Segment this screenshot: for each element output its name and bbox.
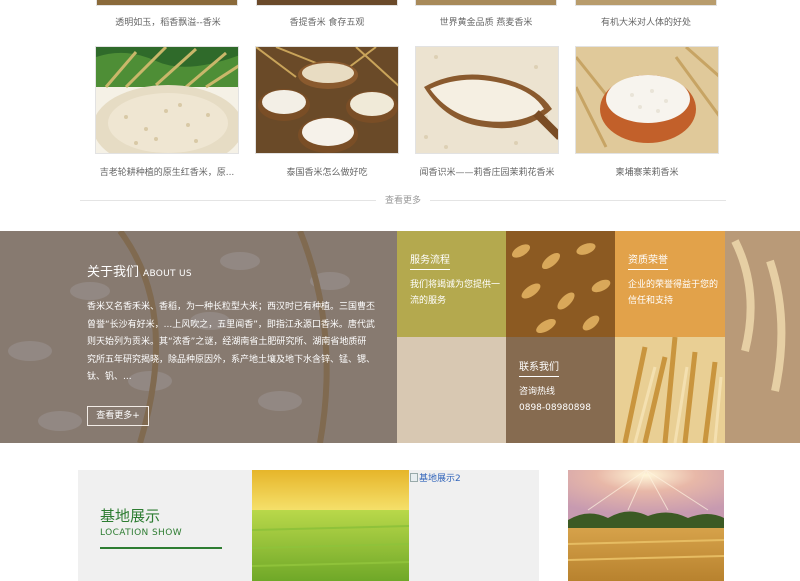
rice-bowl-photo[interactable] <box>575 46 719 154</box>
base-subtitle: LOCATION SHOW <box>100 528 183 538</box>
contact-tile[interactable]: 联系我们 咨询热线 0898-08980898 <box>506 337 615 443</box>
view-more-link-wrapper: 查看更多 <box>80 193 726 206</box>
product-card[interactable]: 闻香识米——莉香庄园茉莉花香米 <box>415 46 559 178</box>
top-product-image-2[interactable] <box>256 0 398 6</box>
base-underline <box>100 547 222 549</box>
top-product-image-3[interactable] <box>415 0 557 6</box>
top-product-caption-3[interactable]: 世界黄金品质 燕麦香米 <box>401 15 571 28</box>
wheat-field-image[interactable] <box>568 470 724 581</box>
rice-grains-with-wheat-photo[interactable] <box>95 46 239 154</box>
top-product-caption-4[interactable]: 有机大米对人体的好处 <box>561 15 731 28</box>
broken-image-alt-text: 基地展示2 <box>419 474 461 484</box>
hotline-number: 0898-08980898 <box>519 403 591 413</box>
base-image-2[interactable]: 基地展示2 <box>409 470 539 581</box>
about-more-button[interactable]: 查看更多+ <box>87 406 149 426</box>
rice-grain-photo <box>506 231 615 337</box>
top-product-row: 透明如玉，稻香飘溢--香米 香提香米 食存五观 世界黄金品质 燕麦香米 有机大米… <box>0 0 800 40</box>
service-tile-title: 服务流程 <box>410 251 450 270</box>
wheat-photo <box>615 337 725 443</box>
contact-tile-title: 联系我们 <box>519 358 559 377</box>
broken-image-alt: 基地展示2 <box>410 471 461 484</box>
honor-tile-title: 资质荣誉 <box>628 251 668 270</box>
product-card[interactable]: 泰国香米怎么做好吃 <box>255 46 399 178</box>
rice-bowls-photo[interactable] <box>255 46 399 154</box>
rice-spoon-photo[interactable] <box>415 46 559 154</box>
product-caption[interactable]: 泰国香米怎么做好吃 <box>255 165 399 178</box>
base-title: 基地展示 <box>100 507 161 525</box>
rice-field-image[interactable] <box>252 470 409 581</box>
about-title: 关于我们 ABOUT US <box>87 261 192 280</box>
hotline-label: 咨询热线 <box>519 387 556 397</box>
product-card[interactable]: 吉老轮耕种植的原生红香米，原... <box>95 46 239 178</box>
contact-tile-info: 咨询热线 0898-08980898 <box>519 384 591 416</box>
about-description: 香米又名香禾米、香稻，为一种长粒型大米；西汉时已有种植。三国曹丕曾誉“长沙有好米… <box>87 302 376 382</box>
top-product-image-4[interactable] <box>575 0 717 6</box>
service-tile-text: 我们将竭诚为您提供一流的服务 <box>410 280 501 306</box>
honor-tile-text: 企业的荣誉得益于您的信任和支持 <box>628 280 719 306</box>
product-caption[interactable]: 吉老轮耕种植的原生红香米，原... <box>95 165 239 178</box>
base-title-panel: 基地展示 LOCATION SHOW <box>78 470 252 581</box>
top-product-caption-1[interactable]: 透明如玉，稻香飘溢--香米 <box>83 15 253 28</box>
broken-image-icon <box>410 473 418 482</box>
honor-tile[interactable]: 资质荣誉 企业的荣誉得益于您的信任和支持 <box>615 231 725 337</box>
product-caption[interactable]: 柬埔寨茉莉香米 <box>575 165 719 178</box>
view-more-link[interactable]: 查看更多 <box>376 196 429 206</box>
about-section: 关于我们 ABOUT US 香米又名香禾米、香稻，为一种长粒型大米；西汉时已有种植… <box>0 231 800 443</box>
top-product-image-1[interactable] <box>96 0 238 6</box>
rice-grain-tile <box>506 231 615 337</box>
product-row: 吉老轮耕种植的原生红香米，原... 泰国香米怎么做好吃 闻香识米——莉香庄园茉莉… <box>0 46 800 186</box>
wheat-tile <box>615 337 725 443</box>
base-showcase-section: 基地展示 LOCATION SHOW 基地展示2 <box>78 470 724 581</box>
product-card[interactable]: 柬埔寨茉莉香米 <box>575 46 719 178</box>
service-tile[interactable]: 服务流程 我们将竭诚为您提供一流的服务 <box>397 231 506 337</box>
product-caption[interactable]: 闻香识米——莉香庄园茉莉花香米 <box>415 165 559 178</box>
page: 透明如玉，稻香飘溢--香米 香提香米 食存五观 世界黄金品质 燕麦香米 有机大米… <box>0 0 800 581</box>
about-title-cn: 关于我们 <box>87 265 140 280</box>
view-more-divider: 查看更多 <box>80 193 726 207</box>
about-title-en: ABOUT US <box>143 269 192 279</box>
top-product-caption-2[interactable]: 香提香米 食存五观 <box>242 15 412 28</box>
